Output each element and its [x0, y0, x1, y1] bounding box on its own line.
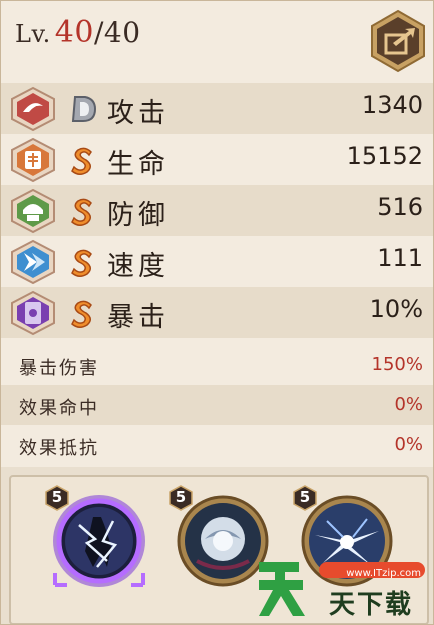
substat-row-effect-resist: 效果抵抗 0% [1, 425, 433, 465]
skill-level: 5 [51, 488, 63, 506]
stat-name: 攻击 [107, 98, 169, 129]
watermark-site: www.ITzip.com [346, 568, 421, 579]
substat-value: 0% [394, 434, 423, 455]
health-icon [11, 137, 55, 183]
level-prefix: Lv. [15, 20, 51, 48]
stat-value: 1340 [361, 91, 423, 119]
stat-row-defense: 防御 516 [1, 185, 433, 236]
stat-value: 111 [377, 244, 423, 272]
substat-value: 0% [394, 394, 423, 415]
grade-s-icon [71, 300, 92, 328]
stat-name: 暴击 [107, 302, 169, 333]
substat-name: 效果抵抗 [19, 438, 99, 459]
stat-row-health: 生命 15152 [1, 134, 433, 185]
stat-value: 516 [377, 193, 423, 221]
grade-s-icon [71, 249, 92, 277]
substat-name: 效果命中 [19, 398, 99, 419]
defense-icon [11, 188, 55, 234]
substat-name: 暴击伤害 [19, 358, 99, 379]
level-display: Lv. 40 /40 [15, 15, 141, 55]
substat-row-effect-hit: 效果命中 0% [1, 385, 433, 425]
skill-level-badge: 5 [45, 485, 69, 511]
stat-row-crit: 暴击 10% [1, 287, 433, 338]
speed-icon [11, 239, 55, 285]
stat-row-attack: 攻击 1340 [1, 83, 433, 134]
share-button[interactable] [369, 9, 427, 73]
stat-value: 10% [369, 295, 423, 323]
grade-d-icon [71, 96, 97, 122]
level-current: 40 [54, 15, 94, 50]
stat-value: 15152 [346, 142, 423, 170]
character-stats-panel: Lv. 40 /40 攻击 1340 生命 15152 防御 516 速度 11… [0, 0, 434, 625]
skill-level: 5 [175, 488, 187, 506]
skill-slot-2[interactable]: 5 [169, 485, 273, 591]
skill-level-badge: 5 [293, 485, 317, 511]
stat-name: 速度 [107, 251, 169, 282]
grade-s-icon [71, 198, 92, 226]
attack-icon [11, 86, 55, 132]
substat-row-crit-damage: 暴击伤害 150% [1, 345, 433, 385]
stat-name: 生命 [107, 149, 169, 180]
stat-name: 防御 [107, 200, 169, 231]
watermark: www.ITzip.com 天下载 [259, 558, 429, 620]
substat-value: 150% [371, 354, 423, 375]
crit-icon [11, 290, 55, 336]
level-max: /40 [93, 16, 141, 49]
watermark-text: 天下载 [329, 590, 414, 620]
skill-slot-1[interactable]: 5 [45, 485, 149, 591]
stat-row-speed: 速度 111 [1, 236, 433, 287]
skill-level-badge: 5 [169, 485, 193, 511]
grade-s-icon [71, 147, 92, 175]
skill-level: 5 [299, 488, 311, 506]
